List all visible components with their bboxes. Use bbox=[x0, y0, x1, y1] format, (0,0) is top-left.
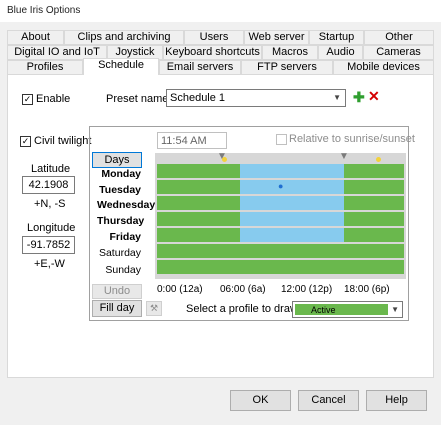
window-title: Blue Iris Options bbox=[7, 5, 81, 16]
delete-preset-icon[interactable]: ✕ bbox=[368, 88, 380, 105]
day-label-thursday: Thursday bbox=[97, 215, 145, 227]
help-button[interactable]: Help bbox=[366, 390, 427, 411]
latitude-input[interactable]: 42.1908 bbox=[22, 176, 75, 194]
tab-macros[interactable]: Macros bbox=[262, 45, 318, 60]
tab-email-servers[interactable]: Email servers bbox=[159, 60, 241, 75]
profile-color-swatch bbox=[295, 304, 388, 315]
schedule-row-monday[interactable] bbox=[157, 164, 404, 178]
longitude-input[interactable]: -91.7852 bbox=[22, 236, 75, 254]
options-window: About Clips and archiving Users Web serv… bbox=[0, 22, 441, 425]
relative-sunrise-label: Relative to sunrise/sunset bbox=[289, 133, 415, 145]
tab-other[interactable]: Other bbox=[364, 30, 434, 45]
enable-label: Enable bbox=[36, 93, 71, 105]
chevron-down-icon: ▼ bbox=[391, 305, 399, 314]
undo-button[interactable]: Undo bbox=[92, 284, 142, 299]
sunset-marker-icon: ▼ bbox=[339, 151, 349, 162]
day-label-saturday: Saturday bbox=[98, 247, 141, 259]
cancel-button[interactable]: Cancel bbox=[298, 390, 359, 411]
day-label-tuesday: Tuesday bbox=[99, 184, 141, 196]
schedule-row-tuesday[interactable]: ● bbox=[157, 180, 404, 194]
preset-select[interactable]: Schedule 1 ▼ bbox=[166, 89, 346, 107]
preset-value: Schedule 1 bbox=[170, 92, 226, 104]
schedule-row-friday[interactable] bbox=[157, 228, 404, 242]
sunrise-sun-icon bbox=[222, 157, 227, 162]
tab-mobile-devices[interactable]: Mobile devices bbox=[333, 60, 434, 75]
tab-keyboard-shortcuts[interactable]: Keyboard shortcuts bbox=[163, 45, 262, 60]
tab-profiles[interactable]: Profiles bbox=[7, 60, 83, 75]
tab-clips-and-archiving[interactable]: Clips and archiving bbox=[64, 30, 184, 45]
tab-users[interactable]: Users bbox=[184, 30, 244, 45]
schedule-row-thursday[interactable] bbox=[157, 212, 404, 226]
schedule-row-sunday[interactable] bbox=[157, 260, 404, 274]
wrench-icon[interactable]: ⚒ bbox=[146, 301, 162, 316]
cursor-marker-icon: ● bbox=[278, 181, 284, 191]
longitude-label: Longitude bbox=[27, 222, 76, 234]
latitude-hint: +N, -S bbox=[34, 198, 66, 210]
day-label-sunday: Sunday bbox=[105, 264, 141, 276]
schedule-row-wednesday[interactable] bbox=[157, 196, 404, 210]
tab-web-server[interactable]: Web server bbox=[244, 30, 309, 45]
tab-startup[interactable]: Startup bbox=[309, 30, 364, 45]
enable-checkbox[interactable]: ✓ bbox=[22, 94, 33, 105]
tab-schedule[interactable]: Schedule bbox=[83, 58, 159, 75]
time-input[interactable]: 11:54 AM bbox=[157, 132, 227, 149]
civil-twilight-checkbox[interactable]: ✓ bbox=[20, 136, 31, 147]
civil-twilight-label: Civil twilight bbox=[34, 135, 92, 147]
draw-profile-value: Active bbox=[311, 305, 336, 315]
longitude-hint: +E,-W bbox=[34, 258, 65, 270]
tab-about[interactable]: About bbox=[7, 30, 64, 45]
latitude-label: Latitude bbox=[31, 163, 71, 175]
chevron-down-icon: ▼ bbox=[333, 93, 341, 102]
time-tick-1: 06:00 (6a) bbox=[220, 284, 266, 295]
fill-day-button[interactable]: Fill day bbox=[92, 300, 142, 317]
title-bar: Blue Iris Options bbox=[0, 0, 441, 23]
add-preset-icon[interactable]: ✚ bbox=[353, 89, 365, 106]
schedule-row-saturday[interactable] bbox=[157, 244, 404, 258]
days-button[interactable]: Days bbox=[92, 152, 142, 168]
draw-profile-label: Select a profile to draw: bbox=[186, 303, 301, 315]
draw-profile-select[interactable]: Active ▼ bbox=[292, 301, 403, 318]
sunset-sun-icon bbox=[376, 157, 381, 162]
relative-sunrise-checkbox[interactable] bbox=[276, 134, 287, 145]
time-tick-3: 18:00 (6p) bbox=[344, 284, 390, 295]
time-tick-2: 12:00 (12p) bbox=[281, 284, 333, 295]
day-label-monday: Monday bbox=[101, 168, 141, 180]
tab-cameras[interactable]: Cameras bbox=[363, 45, 434, 60]
day-label-friday: Friday bbox=[109, 231, 141, 243]
tab-audio[interactable]: Audio bbox=[318, 45, 363, 60]
ok-button[interactable]: OK bbox=[230, 390, 291, 411]
time-tick-0: 0:00 (12a) bbox=[157, 284, 203, 295]
day-label-wednesday: Wednesday bbox=[97, 199, 156, 211]
tab-ftp-servers[interactable]: FTP servers bbox=[241, 60, 333, 75]
